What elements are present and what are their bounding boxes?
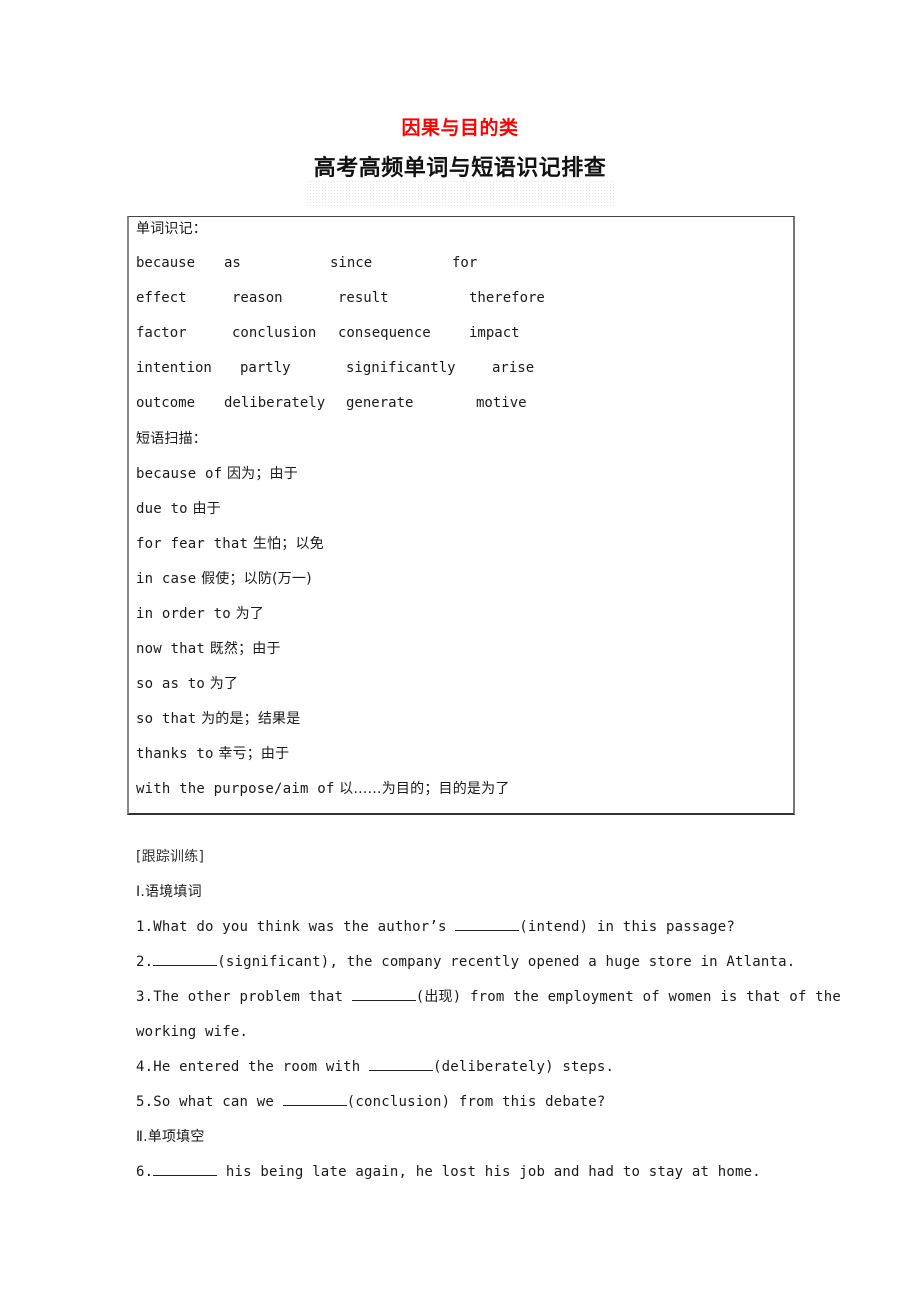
word: factor — [136, 325, 187, 341]
word: generate — [346, 395, 414, 411]
phrase-cn: 为了 — [235, 606, 264, 622]
phrase-item: so as to 为了 — [136, 675, 238, 693]
word: outcome — [136, 395, 196, 411]
question-hint: (出现) from the employment of women is tha… — [415, 989, 842, 1005]
word: partly — [240, 360, 291, 376]
phrase-cn: 由于 — [192, 501, 221, 517]
question-text: 4.He entered the room with — [136, 1059, 369, 1075]
question-text: 2. — [136, 954, 154, 970]
phrase-cn: 为了 — [209, 676, 239, 692]
word: impact — [469, 325, 520, 341]
question-hint: (intend) in this passage? — [519, 919, 735, 935]
phrase-item: due to 由于 — [136, 500, 221, 518]
question-2: 2. (significant), the company recently op… — [136, 953, 795, 971]
word: arise — [492, 360, 535, 376]
word: significantly — [346, 360, 456, 376]
word: conclusion — [232, 325, 317, 341]
phrase-en: for fear that — [136, 536, 249, 552]
section-1-heading: Ⅰ.语境填词 — [136, 884, 202, 900]
phrase-en: with the purpose/aim of — [136, 781, 335, 797]
word: result — [338, 290, 389, 306]
question-4: 4.He entered the room with (deliberately… — [136, 1058, 614, 1076]
answer-blank[interactable] — [351, 988, 416, 1001]
question-hint: (conclusion) from this debate? — [346, 1094, 606, 1110]
question-3: 3.The other problem that (出现) from the e… — [136, 988, 841, 1006]
word: motive — [476, 395, 527, 411]
category-title: 因果与目的类 — [401, 117, 519, 139]
word: because — [136, 255, 196, 271]
question-text: 3.The other problem that — [136, 989, 352, 1005]
word: for — [452, 255, 478, 271]
answer-blank[interactable] — [368, 1058, 433, 1071]
phrase-cn: 既然；由于 — [209, 641, 281, 657]
exercises-heading: [跟踪训练] — [136, 849, 205, 865]
phrase-en: now that — [136, 641, 206, 657]
phrase-item: in order to 为了 — [136, 605, 264, 623]
phrase-item: for fear that 生怕；以免 — [136, 535, 324, 553]
phrase-cn: 以……为目的；目的是为了 — [339, 781, 510, 797]
word: effect — [136, 290, 187, 306]
phrase-item: so that 为的是；结果是 — [136, 710, 300, 728]
phrase-en: in order to — [136, 606, 231, 622]
answer-blank[interactable] — [455, 918, 520, 931]
word: therefore — [469, 290, 545, 306]
question-hint: his being late again, he lost his job an… — [217, 1164, 761, 1180]
question-hint: (significant), the company recently open… — [217, 954, 796, 970]
phrase-item: in case 假使；以防(万一) — [136, 570, 312, 588]
title-underlay — [306, 180, 614, 206]
word: as — [224, 255, 241, 271]
phrase-en: so as to — [136, 676, 206, 692]
question-hint: (deliberately) steps. — [432, 1059, 615, 1075]
phrase-cn: 假使；以防(万一) — [201, 571, 312, 587]
question-3-continued: working wife. — [136, 1024, 249, 1040]
answer-blank[interactable] — [282, 1093, 347, 1106]
phrase-en: thanks to — [136, 746, 214, 762]
phrase-cn: 生怕；以免 — [252, 536, 324, 552]
phrase-en: in case — [136, 571, 197, 587]
question-text: 6. — [136, 1164, 154, 1180]
phrase-item: now that 既然；由于 — [136, 640, 281, 658]
phrase-en: so that — [136, 711, 197, 727]
phrase-cn: 幸亏；由于 — [218, 746, 290, 762]
phrase-item: because of 因为；由于 — [136, 465, 298, 483]
phrase-en: due to — [136, 501, 188, 517]
word: since — [330, 255, 373, 271]
phrase-item: with the purpose/aim of 以……为目的；目的是为了 — [136, 780, 510, 798]
question-text: 1.What do you think was the author’s — [136, 919, 456, 935]
word: reason — [232, 290, 283, 306]
question-text: 5.So what can we — [136, 1094, 283, 1110]
question-5: 5.So what can we (conclusion) from this … — [136, 1093, 606, 1111]
words-heading: 单词识记： — [136, 221, 207, 237]
phrase-en: because of — [136, 466, 223, 482]
phrases-heading: 短语扫描： — [136, 431, 207, 447]
question-6: 6. his being late again, he lost his job… — [136, 1163, 761, 1181]
answer-blank[interactable] — [153, 1163, 218, 1176]
phrase-cn: 因为；由于 — [226, 466, 298, 482]
section-2-heading: Ⅱ.单项填空 — [136, 1129, 205, 1145]
word: intention — [136, 360, 212, 376]
word: consequence — [338, 325, 431, 341]
page-title: 高考高频单词与短语识记排查 — [313, 156, 607, 181]
question-1: 1.What do you think was the author’s (in… — [136, 918, 735, 936]
answer-blank[interactable] — [153, 953, 218, 966]
word: deliberately — [224, 395, 326, 411]
phrase-item: thanks to 幸亏；由于 — [136, 745, 289, 763]
phrase-cn: 为的是；结果是 — [201, 711, 301, 727]
